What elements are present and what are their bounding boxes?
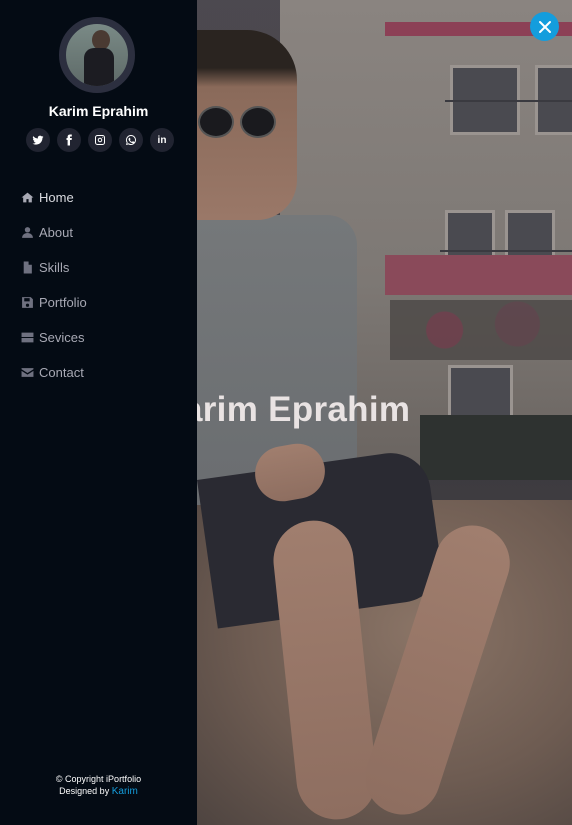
hero-railing — [440, 250, 572, 252]
hero-sunglasses-right — [240, 106, 276, 138]
copyright-text: © Copyright iPortfolio — [55, 774, 142, 784]
profile-name[interactable]: Karim Eprahim — [0, 103, 197, 119]
social-links: in — [26, 128, 174, 152]
credits-label: Designed by — [59, 786, 110, 796]
nav-item-label: Contact — [39, 365, 84, 380]
user-icon — [20, 226, 34, 240]
nav-menu: Home About Skills Portfolio Sevices Cont… — [20, 180, 87, 390]
avatar — [59, 17, 135, 93]
twitter-icon — [32, 135, 44, 145]
nav-item-label: Skills — [39, 260, 70, 275]
floppy-disk-icon — [20, 296, 34, 310]
hero-title: arim Eprahim — [183, 390, 411, 429]
twitter-link[interactable] — [26, 128, 50, 152]
hero-railing — [445, 100, 572, 102]
nav-item-about[interactable]: About — [20, 215, 87, 250]
whatsapp-link[interactable] — [119, 128, 143, 152]
linkedin-icon: in — [157, 134, 167, 146]
file-icon — [20, 261, 34, 275]
hero-balcony — [385, 255, 572, 295]
designer-link[interactable]: Karim — [112, 786, 138, 797]
facebook-link[interactable] — [57, 128, 81, 152]
home-icon — [20, 191, 34, 205]
instagram-icon — [95, 135, 105, 145]
server-icon — [20, 331, 34, 345]
nav-item-contact[interactable]: Contact — [20, 355, 87, 390]
linkedin-link[interactable]: in — [150, 128, 174, 152]
instagram-link[interactable] — [88, 128, 112, 152]
nav-item-skills[interactable]: Skills — [20, 250, 87, 285]
nav-item-label: Sevices — [39, 330, 85, 345]
close-nav-button[interactable] — [530, 12, 559, 41]
hero-hedge — [420, 415, 572, 480]
close-icon — [538, 20, 551, 33]
nav-item-label: Portfolio — [39, 295, 87, 310]
envelope-icon — [20, 366, 34, 380]
credits: Designed by Karim — [0, 785, 197, 798]
nav-item-home[interactable]: Home — [20, 180, 87, 215]
nav-item-portfolio[interactable]: Portfolio — [20, 285, 87, 320]
facebook-icon — [66, 134, 72, 146]
hero-sunglasses-left — [198, 106, 234, 138]
hero-flowers — [390, 300, 572, 360]
nav-item-services[interactable]: Sevices — [20, 320, 87, 355]
footer: © Copyright iPortfolio Designed by Karim — [0, 773, 197, 798]
whatsapp-icon — [126, 135, 136, 145]
sidebar: Karim Eprahim in Home About Skills Portf… — [0, 0, 197, 825]
hero-window — [448, 365, 513, 420]
nav-item-label: About — [39, 225, 73, 240]
nav-item-label: Home — [39, 190, 74, 205]
